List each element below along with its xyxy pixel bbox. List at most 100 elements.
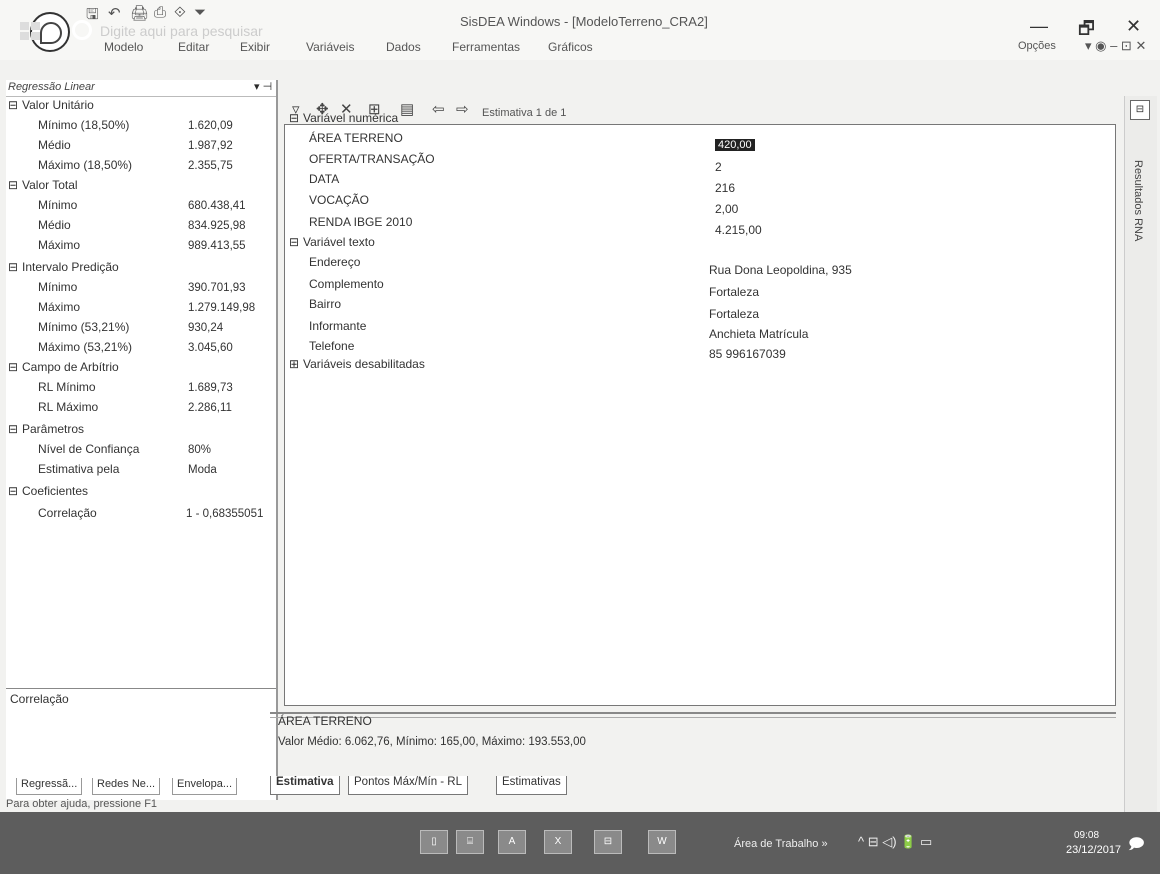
menu-variaveis[interactable]: Variáveis [306, 40, 354, 54]
table-icon[interactable]: ▤ [400, 100, 414, 118]
field-value[interactable]: 4.215,00 [715, 223, 762, 237]
estimativa-counter: Estimativa 1 de 1 [482, 107, 567, 119]
tab-estimativas[interactable]: Estimativas [496, 776, 567, 795]
taskbar-app-icon[interactable]: ⊟ [594, 830, 622, 854]
field-value[interactable]: Anchieta Matrícula [709, 327, 808, 341]
panel-dropdown-icon[interactable]: ▾ ⊣ [254, 80, 272, 93]
expand-icon[interactable]: ⊞ [289, 357, 299, 371]
correlation-box: Correlação [6, 688, 276, 769]
system-tray-icons[interactable]: ^ ⊟ ◁) 🔋 ▭ [858, 834, 932, 850]
status-text: Para obter ajuda, pressione F1 [6, 798, 158, 810]
notification-icon[interactable]: 🗩 [1128, 834, 1145, 859]
taskbar-word-icon[interactable]: W [648, 830, 676, 854]
row-label: Mínimo [38, 280, 78, 294]
move-icon[interactable]: ⟐ [174, 4, 186, 21]
menu-ferramentas[interactable]: Ferramentas [452, 40, 520, 54]
ribbon-controls[interactable]: ▾ ◉ – ⊡ ✕ [1085, 38, 1146, 54]
collapse-icon[interactable]: ⊟ [8, 260, 18, 274]
row-label: Mínimo [38, 198, 78, 212]
preview-icon[interactable]: ⎙ [154, 4, 166, 21]
collapse-icon[interactable]: ⊟ [8, 178, 18, 192]
taskbar-app-icon[interactable]: ⌸ [456, 830, 484, 854]
section-title: Intervalo Predição [22, 260, 119, 274]
close-button[interactable]: ✕ [1126, 16, 1141, 37]
tab-regressao[interactable]: Regressã... [16, 778, 83, 795]
options-menu[interactable]: Opções [1018, 40, 1056, 52]
tab-estimativa[interactable]: Estimativa [270, 776, 340, 795]
taskbar-app-icon[interactable]: ▯ [420, 830, 448, 854]
menu-modelo[interactable]: Modelo [104, 40, 143, 54]
menu-exibir[interactable]: Exibir [240, 40, 270, 54]
previous-icon[interactable]: ⇦ [432, 100, 445, 118]
info-text: Valor Médio: 6.062,76, Mínimo: 165,00, M… [278, 736, 586, 748]
row-label: Nível de Confiança [38, 442, 140, 456]
field-label: Complemento [309, 277, 384, 291]
collapse-icon[interactable]: ⊟ [8, 360, 18, 374]
row-value: 1.987,92 [188, 140, 233, 152]
row-value: 834.925,98 [188, 220, 246, 232]
row-label: Mínimo (18,50%) [38, 118, 130, 132]
row-label: Médio [38, 138, 71, 152]
menu-dados[interactable]: Dados [386, 40, 421, 54]
info-title: ÁREA TERRENO [278, 714, 372, 728]
collapse-icon[interactable]: ⊟ [8, 484, 18, 498]
minimize-button[interactable]: — [1030, 16, 1048, 37]
taskbar [0, 812, 1160, 874]
desktop-toolbar-label[interactable]: Área de Trabalho » [734, 838, 828, 850]
windows-start-icon[interactable] [20, 22, 40, 40]
field-value[interactable]: Fortaleza [709, 285, 759, 299]
field-value[interactable]: 216 [715, 181, 735, 195]
section-title: Campo de Arbítrio [22, 360, 119, 374]
selected-value[interactable]: 420,00 [715, 139, 755, 151]
next-icon[interactable]: ⇨ [456, 100, 469, 118]
row-label: Correlação [38, 506, 97, 520]
estimate-grid: ⊟ Variável numérica ÁREA TERRENO 420,00 … [284, 111, 1116, 706]
menu-editar[interactable]: Editar [178, 40, 209, 54]
section-title: Coeficientes [22, 484, 89, 498]
tab-pontos-max-min[interactable]: Pontos Máx/Mín - RL [348, 776, 469, 795]
row-value: 1.620,09 [188, 120, 233, 132]
row-label: Máximo (18,50%) [38, 158, 133, 172]
status-bar: Para obter ajuda, pressione F1 [0, 796, 1160, 812]
window-title: SisDEA Windows - [ModeloTerreno_CRA2] [460, 14, 708, 29]
row-label: Máximo (53,21%) [38, 340, 133, 354]
panel-title: Regressão Linear [8, 81, 95, 93]
undo-icon[interactable]: ↶ [108, 4, 121, 22]
section-title: Valor Unitário [22, 98, 94, 112]
cortana-icon[interactable] [72, 20, 92, 40]
tab-redes-neurais[interactable]: Redes Ne... [92, 778, 161, 795]
clock-date[interactable]: 23/12/2017 [1066, 844, 1121, 856]
tab-envelopamento[interactable]: Envelopa... [172, 778, 238, 795]
customize-qat-icon[interactable]: ⏷ [194, 4, 206, 21]
row-value: 2.355,75 [188, 160, 233, 172]
field-value[interactable]: 2 [715, 160, 722, 174]
row-label: Estimativa pela [38, 462, 120, 476]
collapse-icon[interactable]: ⊟ [289, 111, 299, 125]
correlation-title: Correlação [10, 692, 69, 706]
dock-pin-icon[interactable]: ⊟ [1130, 100, 1150, 120]
row-value: Moda [188, 464, 217, 476]
taskbar-search-input[interactable]: Digite aqui para pesquisar [100, 23, 263, 39]
field-label: Informante [309, 319, 367, 333]
field-value[interactable]: 85 996167039 [709, 347, 786, 361]
collapse-icon[interactable]: ⊟ [8, 98, 18, 112]
field-value[interactable]: Fortaleza [709, 307, 759, 321]
panel-header[interactable]: Regressão Linear ▾ ⊣ [6, 80, 276, 97]
row-value: 390.701,93 [188, 282, 246, 294]
field-value[interactable]: 2,00 [715, 202, 738, 216]
correlation-value[interactable]: 1 - 0,68355051 [186, 508, 263, 520]
taskbar-app-icon[interactable]: A [498, 830, 526, 854]
clock-time[interactable]: 09:08 [1074, 830, 1099, 841]
info-separator[interactable] [270, 712, 1116, 718]
menu-graficos[interactable]: Gráficos [548, 40, 593, 54]
collapse-icon[interactable]: ⊟ [8, 422, 18, 436]
collapse-icon[interactable]: ⊟ [289, 235, 299, 249]
dock-tab-resultados-rna[interactable]: Resultados RNA [1132, 160, 1144, 241]
row-value: 930,24 [188, 322, 224, 334]
taskbar-app-icon[interactable]: X [544, 830, 572, 854]
print-icon[interactable]: 🖨 [130, 4, 149, 22]
section-title: Valor Total [22, 178, 78, 192]
row-value: 1.279.149,98 [188, 302, 256, 314]
field-value[interactable]: Rua Dona Leopoldina, 935 [709, 263, 852, 277]
field-label: Bairro [309, 297, 342, 311]
